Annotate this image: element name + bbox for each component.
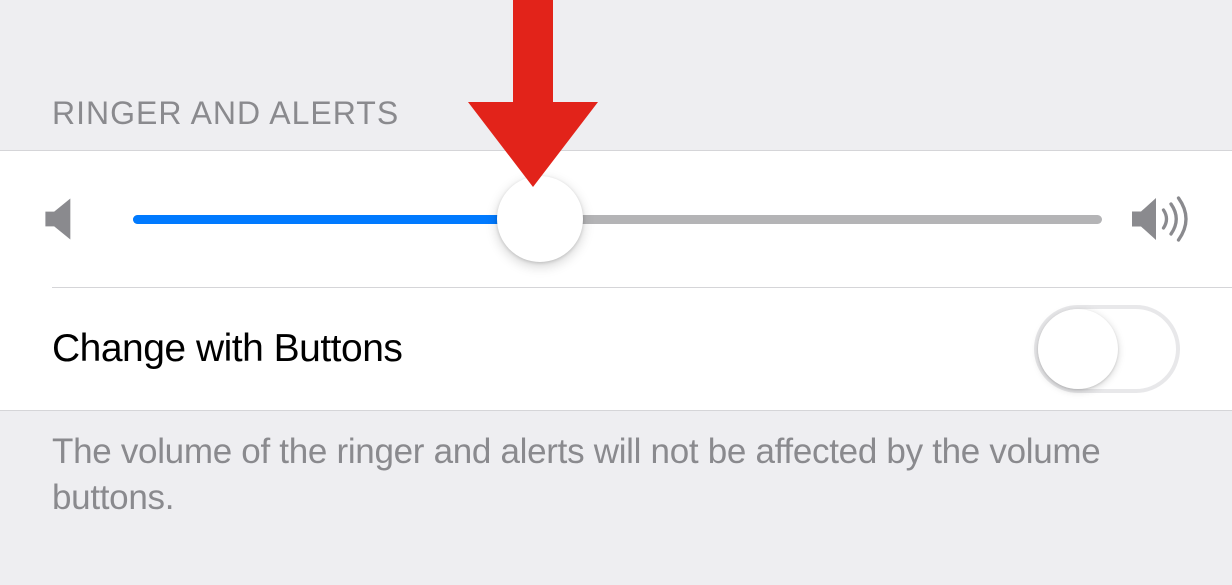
speaker-high-icon <box>1132 195 1192 243</box>
section-footer: The volume of the ringer and alerts will… <box>0 411 1232 521</box>
volume-slider[interactable] <box>133 179 1102 259</box>
volume-slider-cell <box>0 151 1232 287</box>
slider-thumb[interactable] <box>497 176 583 262</box>
change-with-buttons-cell: Change with Buttons <box>0 288 1232 410</box>
slider-fill <box>133 215 540 224</box>
section-header: RINGER AND ALERTS <box>0 0 1232 150</box>
toggle-knob <box>1038 309 1118 389</box>
speaker-low-icon <box>45 197 81 241</box>
change-with-buttons-toggle[interactable] <box>1034 305 1180 393</box>
toggle-label: Change with Buttons <box>52 327 402 371</box>
settings-group: Change with Buttons <box>0 150 1232 411</box>
